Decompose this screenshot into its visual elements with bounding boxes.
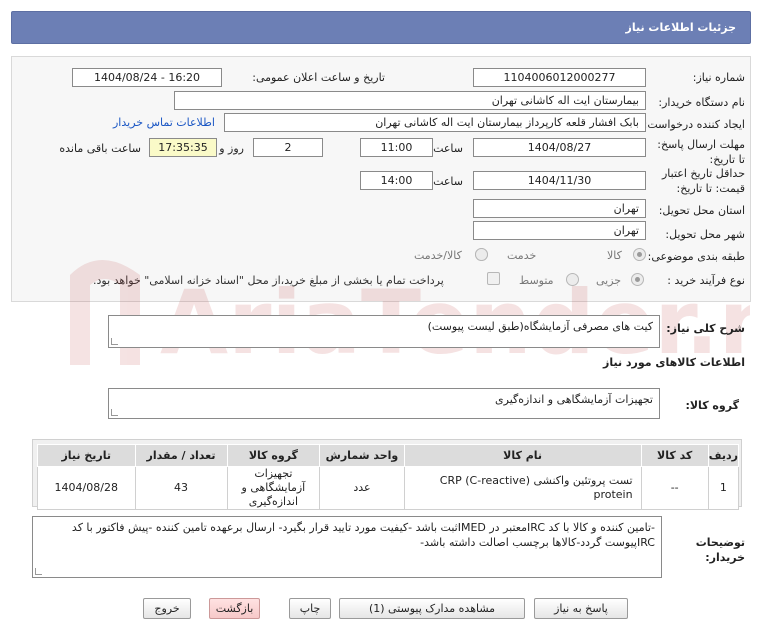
attachments-button[interactable]: مشاهده مدارک پیوستی (1): [339, 598, 525, 619]
items-table: ردیف کد کالا نام کالا واحد شمارش گروه کا…: [37, 444, 740, 510]
validity-label: حداقل تاریخ اعتبار قیمت: تا تاریخ:: [661, 167, 745, 195]
col-header-group: گروه کالا: [226, 444, 321, 467]
need-number-field: 1104006012000277: [473, 68, 646, 87]
table-row[interactable]: 1 -- تست پروتئین واکنشی (CRP (C-reactive…: [37, 466, 740, 510]
category-option-both-label: کالا/خدمت: [414, 249, 462, 262]
back-button[interactable]: بازگشت: [209, 598, 260, 619]
goods-info-title: اطلاعات کالاهای مورد نیاز: [603, 356, 745, 369]
cell-group: تجهیزات آزمایشگاهی و اندازه‌گیری: [226, 466, 321, 510]
announce-datetime-field: 1404/08/24 - 16:20: [72, 68, 222, 87]
summary-field: کیت های مصرفی آزمایشگاه(طبق لیست پیوست): [108, 315, 660, 348]
goods-group-text: تجهیزات آزمایشگاهی و اندازه‌گیری: [495, 393, 653, 406]
deadline-label: مهلت ارسال پاسخ: تا تاریخ:: [657, 138, 745, 166]
validity-time-label: ساعت: [433, 175, 463, 188]
treasury-payment-checkbox[interactable]: [487, 272, 500, 285]
category-option-goods-label: کالا: [607, 249, 622, 262]
notes-text: -تامین کننده و کالا با کد IRCمعتبر در IM…: [71, 521, 655, 549]
buyer-contact-link[interactable]: اطلاعات تماس خریدار: [113, 116, 215, 129]
process-option-medium-label: متوسط: [519, 274, 554, 287]
notes-field: -تامین کننده و کالا با کد IRCمعتبر در IM…: [32, 516, 662, 578]
city-label: شهر محل تحویل:: [665, 228, 745, 241]
requester-label: ایجاد کننده درخواست:: [643, 118, 745, 131]
goods-group-label: گروه کالا:: [685, 399, 739, 412]
items-table-container: ردیف کد کالا نام کالا واحد شمارش گروه کا…: [32, 439, 742, 510]
cell-unit: عدد: [319, 466, 405, 510]
resize-grip-icon[interactable]: [35, 568, 42, 575]
days-field: 2: [253, 138, 323, 157]
page: جزئیات اطلاعات نیاز شماره نیاز: 11040060…: [0, 0, 761, 635]
deadline-time-field: 11:00: [360, 138, 433, 157]
col-header-code: کد کالا: [640, 444, 709, 467]
cell-row-number: 1: [707, 466, 740, 510]
page-header: جزئیات اطلاعات نیاز: [11, 11, 751, 44]
cell-date: 1404/08/28: [37, 466, 136, 510]
days-label: روز و: [219, 142, 244, 155]
city-field: تهران: [473, 221, 646, 240]
validity-date-field: 1404/11/30: [473, 171, 646, 190]
table-header-row: ردیف کد کالا نام کالا واحد شمارش گروه کا…: [37, 444, 740, 467]
col-header-unit: واحد شمارش: [319, 444, 405, 467]
resize-grip-icon[interactable]: [111, 409, 118, 416]
exit-button[interactable]: خروج: [143, 598, 191, 619]
print-button[interactable]: چاپ: [289, 598, 331, 619]
remaining-time-field: 17:35:35: [149, 138, 217, 157]
goods-group-field: تجهیزات آزمایشگاهی و اندازه‌گیری: [108, 388, 660, 419]
cell-qty: 43: [134, 466, 228, 510]
deadline-date-field: 1404/08/27: [473, 138, 646, 157]
announce-label: تاریخ و ساعت اعلان عمومی:: [252, 71, 385, 84]
category-option-both-radio-shadow: [475, 248, 488, 261]
col-header-name: نام کالا: [403, 444, 642, 467]
requester-field: بابک افشار قلعه کارپرداز بیمارستان ایت ا…: [224, 113, 646, 132]
category-option-service-label: خدمت: [507, 249, 537, 262]
cell-code: --: [640, 466, 709, 510]
validity-time-field: 14:00: [360, 171, 433, 190]
process-label: نوع فرآیند خرید :: [667, 274, 745, 287]
col-header-qty: تعداد / مقدار: [134, 444, 228, 467]
province-field: تهران: [473, 199, 646, 218]
process-option-medium-radio[interactable]: [566, 273, 579, 286]
cell-name: تست پروتئین واکنشی (CRP (C-reactive prot…: [403, 466, 642, 510]
category-label: طبقه بندی موضوعی:: [647, 250, 745, 263]
page-title: جزئیات اطلاعات نیاز: [625, 21, 737, 34]
need-number-label: شماره نیاز:: [692, 71, 745, 84]
deadline-time-label: ساعت: [433, 142, 463, 155]
summary-text: کیت های مصرفی آزمایشگاه(طبق لیست پیوست): [427, 320, 653, 333]
notes-label: توضیحات خریدار:: [695, 536, 745, 564]
province-label: استان محل تحویل:: [658, 204, 745, 217]
category-option-goods-radio[interactable]: [633, 248, 646, 261]
buyer-org-field: بیمارستان ایت اله کاشانی تهران: [174, 91, 646, 110]
process-option-partial-radio[interactable]: [631, 273, 644, 286]
treasury-payment-note: پرداخت تمام یا بخشی از مبلغ خرید،از محل …: [93, 274, 444, 287]
col-header-row-number: ردیف: [707, 444, 740, 467]
col-header-date: تاریخ نیاز: [37, 444, 136, 467]
process-option-partial-label: جزیی: [596, 274, 622, 287]
summary-label: شرح کلی نیاز:: [666, 322, 745, 335]
resize-grip-icon[interactable]: [111, 338, 118, 345]
buyer-org-label: نام دستگاه خریدار:: [658, 96, 745, 109]
remaining-label: ساعت باقی مانده: [59, 142, 141, 155]
reply-button[interactable]: پاسخ به نیاز: [534, 598, 628, 619]
